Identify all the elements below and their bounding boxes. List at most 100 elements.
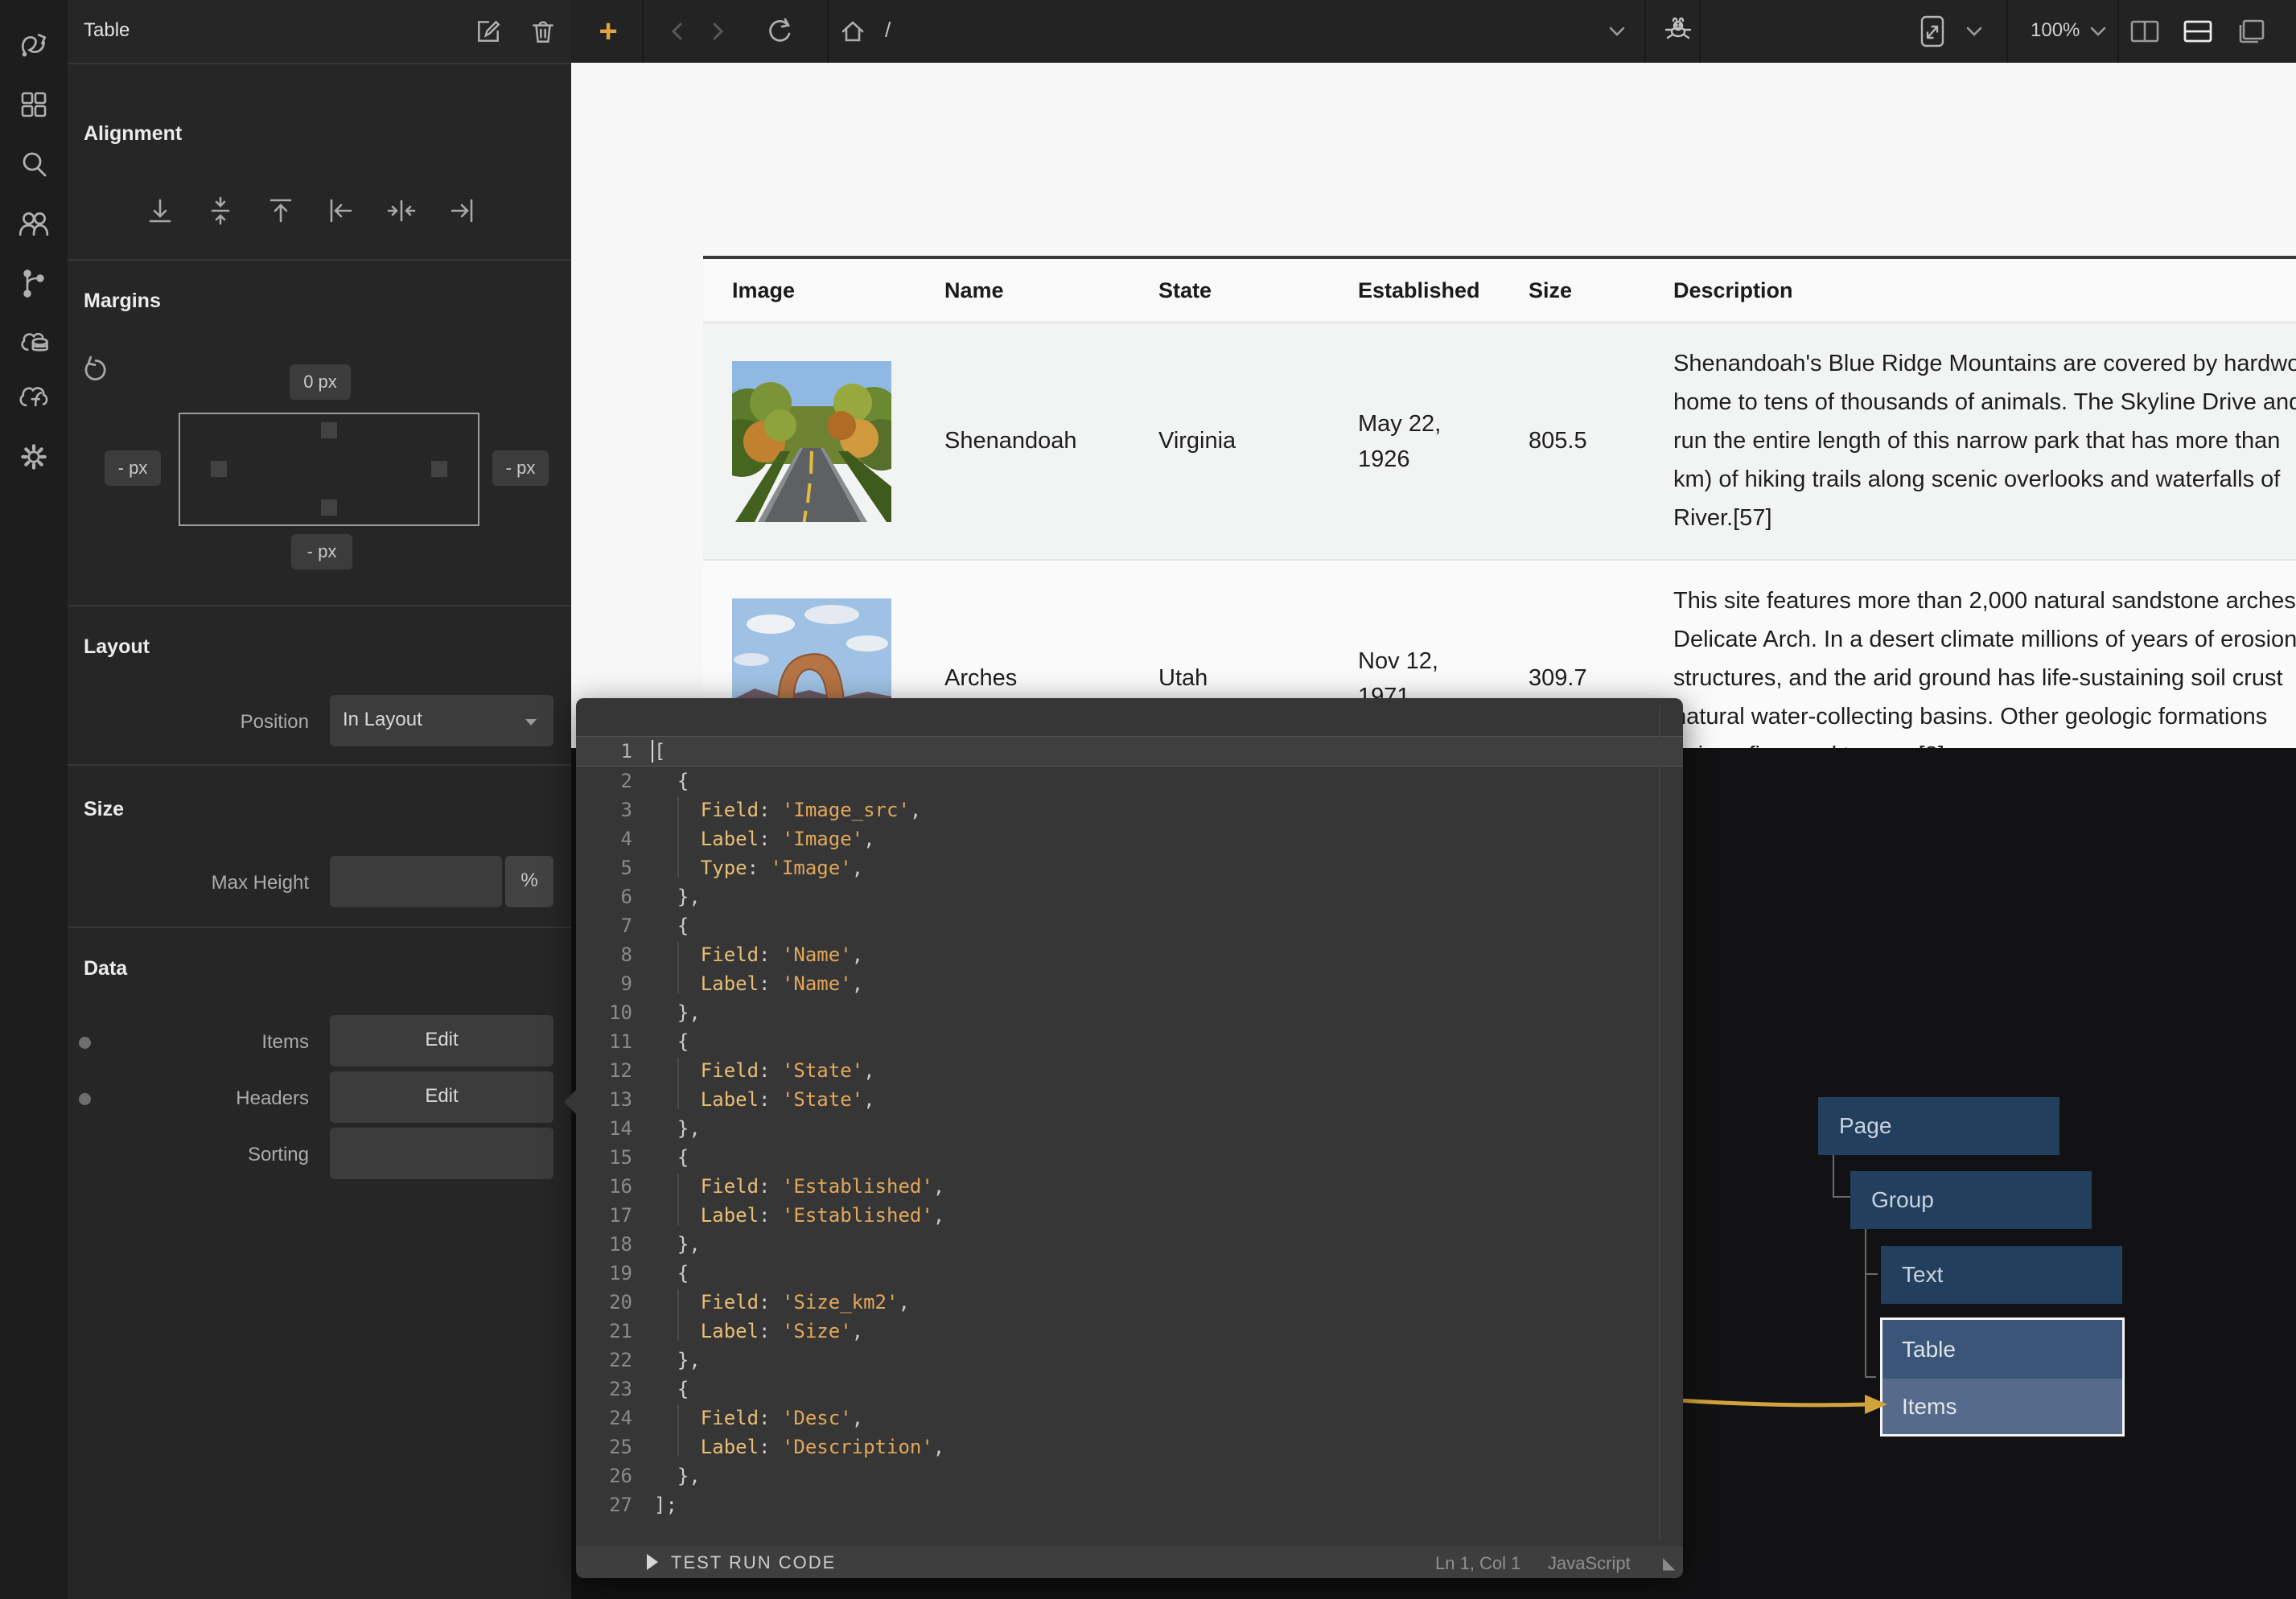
sorting-input[interactable] (330, 1128, 553, 1179)
test-run-code-button[interactable]: TEST RUN CODE (671, 1552, 836, 1573)
margin-top-input[interactable]: 0 px (290, 364, 351, 400)
zoom-level[interactable]: 100% (2031, 19, 2080, 42)
margin-left-handle[interactable] (211, 461, 227, 477)
margin-top-handle[interactable] (321, 422, 337, 438)
indent-guide (677, 1289, 679, 1341)
logo-icon[interactable] (15, 27, 52, 64)
code-line: 12 Field: 'State', (576, 1056, 1683, 1085)
code-line: 26 }, (576, 1461, 1683, 1490)
rename-icon[interactable] (475, 18, 502, 45)
margin-left-input[interactable]: - px (105, 450, 161, 486)
resize-grip[interactable]: ◢ (1663, 1553, 1675, 1573)
layout-section-title: Layout (84, 635, 150, 659)
headers-port[interactable] (79, 1093, 91, 1105)
margins-reset-icon[interactable] (80, 356, 111, 386)
position-dropdown[interactable]: In Layout (330, 695, 553, 746)
code-line: 14 }, (576, 1114, 1683, 1143)
viewport-chevron-icon[interactable] (1965, 26, 1983, 37)
node-group[interactable]: Group (1850, 1171, 2092, 1229)
node-table-selected[interactable]: Table Items (1880, 1317, 2125, 1437)
code-line: 13 Label: 'State', (576, 1085, 1683, 1114)
code-line: 5 Type: 'Image', (576, 853, 1683, 882)
max-height-unit[interactable]: % (505, 856, 553, 907)
col-image: Image (732, 278, 795, 303)
items-edit-button[interactable]: Edit (330, 1015, 553, 1067)
code-line: 6 }, (576, 882, 1683, 911)
table-row[interactable]: ShenandoahVirginiaMay 22, 1926805.5Shena… (703, 323, 2296, 561)
url-chevron-down-icon[interactable] (1607, 25, 1627, 38)
split-columns-icon[interactable] (2129, 18, 2161, 44)
indent-guide (677, 797, 679, 878)
col-size: Size (1529, 278, 1572, 303)
home-icon[interactable] (839, 18, 866, 45)
code-line: 9 Label: 'Name', (576, 969, 1683, 998)
editor-scroll-track[interactable] (1659, 705, 1660, 1541)
headers-edit-button[interactable]: Edit (330, 1071, 553, 1123)
margin-right-input[interactable]: - px (492, 450, 549, 486)
parks-table[interactable]: Image Name State Established Size Descri… (703, 256, 2296, 748)
description-line: run the entire length of this narrow par… (1673, 421, 2296, 460)
margin-bottom-input[interactable]: - px (291, 534, 352, 569)
align-bottom-icon[interactable] (144, 195, 176, 227)
items-label: Items (132, 1031, 309, 1054)
code-editor[interactable]: 1[2 {3 Field: 'Image_src',4 Label: 'Imag… (576, 698, 1683, 1546)
code-line: 10 }, (576, 998, 1683, 1027)
park-state: Virginia (1158, 323, 1319, 559)
node-table-items-port[interactable]: Items (1882, 1379, 2122, 1434)
margin-bottom-handle[interactable] (321, 499, 337, 516)
description-line: km) of hiking trails along scenic overlo… (1673, 460, 2296, 499)
cloud-functions-icon[interactable] (15, 379, 52, 416)
node-page[interactable]: Page (1818, 1097, 2059, 1155)
align-top-icon[interactable] (265, 195, 297, 227)
code-line: 20 Field: 'Size_km2', (576, 1288, 1683, 1317)
chevron-down-icon (523, 716, 539, 727)
code-line: 16 Field: 'Established', (576, 1172, 1683, 1201)
code-editor-popover: 1[2 {3 Field: 'Image_src',4 Label: 'Imag… (576, 698, 1683, 1578)
version-control-icon[interactable] (15, 265, 52, 302)
node-table-header[interactable]: Table (1882, 1320, 2122, 1379)
align-right-icon[interactable] (446, 195, 478, 227)
col-description: Description (1673, 278, 1793, 303)
node-text[interactable]: Text (1881, 1246, 2122, 1304)
refresh-icon[interactable] (766, 17, 795, 46)
description-line: spires, fins, and towers.[8] (1673, 736, 2296, 748)
zoom-chevron-icon[interactable] (2089, 26, 2107, 37)
components-grid-icon[interactable] (15, 86, 52, 123)
community-icon[interactable] (15, 205, 52, 242)
cloud-data-icon[interactable] (15, 324, 52, 361)
debug-bug-icon[interactable] (1663, 16, 1693, 47)
code-line: 18 }, (576, 1230, 1683, 1259)
code-line: 24 Field: 'Desc', (576, 1404, 1683, 1433)
stack-windows-icon[interactable] (2236, 18, 2266, 45)
items-connection-arrow (1665, 1388, 1891, 1424)
viewport-size-icon[interactable] (1916, 14, 1948, 49)
code-line: 23 { (576, 1375, 1683, 1404)
margin-right-handle[interactable] (431, 461, 447, 477)
col-name: Name (944, 278, 1004, 303)
code-line: 4 Label: 'Image', (576, 824, 1683, 853)
search-icon[interactable] (15, 146, 52, 183)
align-left-icon[interactable] (325, 195, 357, 227)
code-line: 22 }, (576, 1346, 1683, 1375)
nav-forward-icon[interactable] (707, 19, 728, 43)
delete-icon[interactable] (529, 18, 557, 45)
align-center-vertical-icon[interactable] (204, 195, 237, 227)
code-line: 8 Field: 'Name', (576, 940, 1683, 969)
description-line: This site features more than 2,000 natur… (1673, 582, 2296, 620)
description-line: Shenandoah's Blue Ridge Mountains are co… (1673, 344, 2296, 383)
code-line: 27]; (576, 1490, 1683, 1519)
items-port[interactable] (79, 1037, 91, 1049)
size-section-title: Size (84, 798, 124, 821)
park-image-cell (732, 323, 891, 559)
park-description: This site features more than 2,000 natur… (1673, 561, 2296, 748)
headers-label: Headers (132, 1087, 309, 1110)
max-height-label: Max Height (132, 872, 309, 894)
new-tab-button[interactable]: + (576, 0, 640, 63)
split-rows-icon[interactable] (2182, 18, 2214, 44)
col-state: State (1158, 278, 1212, 303)
settings-gear-icon[interactable] (15, 438, 52, 475)
max-height-input[interactable] (330, 856, 502, 907)
align-center-horizontal-icon[interactable] (385, 195, 418, 227)
nav-back-icon[interactable] (667, 19, 688, 43)
park-size: 805.5 (1529, 323, 1641, 559)
